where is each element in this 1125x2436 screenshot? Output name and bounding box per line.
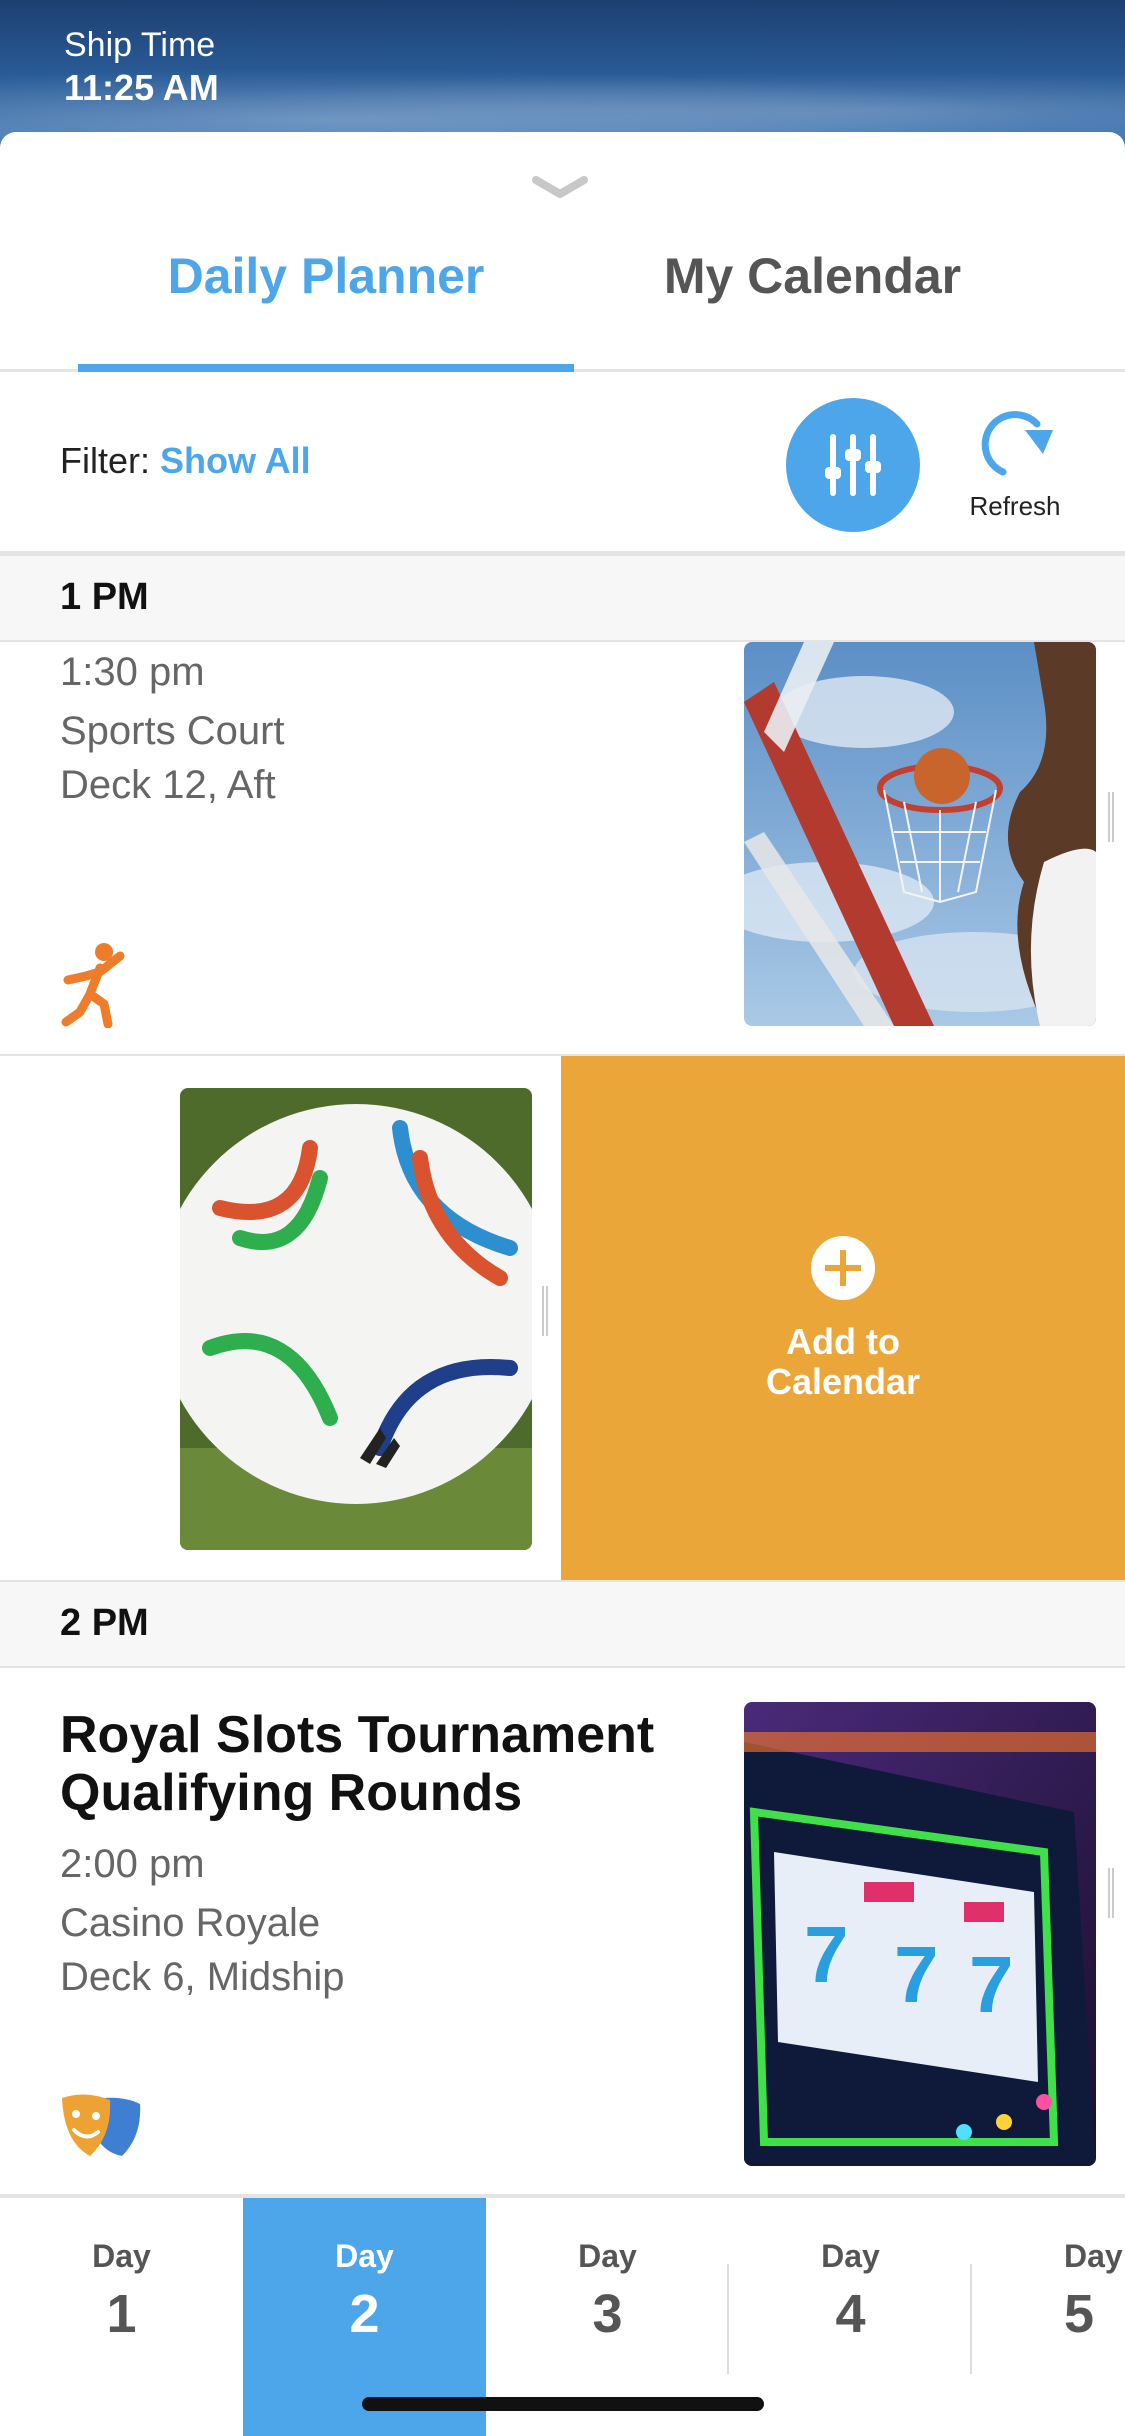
section-header-2pm: 2 PM bbox=[0, 1580, 1125, 1668]
event-image-slot-machine: 777 bbox=[744, 1702, 1096, 2166]
filter-label: Filter: Show All bbox=[60, 440, 311, 482]
day-number: 1 bbox=[106, 2284, 137, 2344]
day-tab-5[interactable]: Day 5 bbox=[972, 2198, 1125, 2436]
day-label: Day bbox=[821, 2238, 880, 2274]
filter-value-link[interactable]: Show All bbox=[160, 440, 311, 481]
day-number: 4 bbox=[835, 2284, 866, 2344]
section-header-label: 1 PM bbox=[60, 576, 149, 618]
day-label: Day bbox=[1064, 2238, 1123, 2274]
section-header-label: 2 PM bbox=[60, 1602, 149, 1644]
ship-time: Ship Time 11:25 AM bbox=[64, 26, 219, 109]
day-label: Day bbox=[92, 2238, 151, 2274]
day-label: Day bbox=[335, 2238, 394, 2274]
svg-text:7: 7 bbox=[804, 1910, 849, 1999]
ship-time-value: 11:25 AM bbox=[64, 67, 219, 108]
drag-handle[interactable] bbox=[1108, 792, 1114, 842]
refresh-icon bbox=[981, 411, 1053, 476]
day-label: Day bbox=[578, 2238, 637, 2274]
ship-time-label: Ship Time bbox=[64, 26, 216, 64]
drag-handle[interactable] bbox=[542, 1286, 548, 1336]
event-venue: Casino Royale bbox=[60, 1901, 321, 1945]
sliders-icon bbox=[825, 434, 881, 496]
theater-masks-icon bbox=[62, 2094, 141, 2156]
add-to-calendar-line2: Calendar bbox=[765, 1361, 921, 1402]
activity-icon bbox=[61, 943, 125, 1028]
event-row[interactable]: Royal Slots Tournament Qualifying Rounds… bbox=[0, 1668, 1125, 2196]
tab-bar: Daily Planner My Calendar bbox=[0, 232, 1125, 372]
refresh-label: Refresh bbox=[969, 491, 1061, 521]
home-indicator[interactable] bbox=[362, 2397, 764, 2411]
section-header-1pm: 1 PM bbox=[0, 554, 1125, 642]
plus-circle-icon bbox=[811, 1236, 875, 1300]
event-row-swiped[interactable]: Add to Calendar bbox=[0, 1056, 1125, 1580]
event-deck: Deck 6, Midship bbox=[60, 1955, 345, 1999]
event-deck: Deck 12, Aft bbox=[60, 763, 276, 807]
event-time: 2:00 pm bbox=[60, 1842, 205, 1886]
event-row[interactable]: 1:30 pm Sports Court Deck 12, Aft bbox=[0, 642, 1125, 1056]
event-image-soccer-ball bbox=[180, 1088, 532, 1550]
event-title: Royal Slots Tournament Qualifying Rounds bbox=[60, 1706, 655, 1822]
event-time: 1:30 pm bbox=[60, 650, 205, 694]
refresh-button[interactable]: Refresh bbox=[960, 402, 1070, 532]
filter-button[interactable] bbox=[786, 398, 920, 532]
day-number: 5 bbox=[1064, 2284, 1095, 2344]
filter-row: Filter: Show All Refresh bbox=[0, 372, 1125, 554]
tab-daily-planner[interactable]: Daily Planner bbox=[78, 232, 574, 372]
add-to-calendar-line1: Add to bbox=[786, 1321, 900, 1362]
drag-handle[interactable] bbox=[1108, 1868, 1114, 1918]
tab-my-calendar[interactable]: My Calendar bbox=[600, 232, 1025, 372]
svg-text:7: 7 bbox=[894, 1930, 939, 2019]
svg-text:7: 7 bbox=[969, 1940, 1014, 2029]
day-tab-4[interactable]: Day 4 bbox=[729, 2198, 972, 2436]
add-to-calendar-button[interactable]: Add to Calendar bbox=[561, 1056, 1125, 1580]
chevron-down-icon[interactable] bbox=[530, 172, 590, 202]
event-image-basketball bbox=[744, 642, 1096, 1026]
filter-label-text: Filter: bbox=[60, 440, 150, 481]
day-number: 3 bbox=[592, 2284, 623, 2344]
add-to-calendar-label: Add to Calendar bbox=[561, 1322, 1125, 1402]
day-number: 2 bbox=[349, 2284, 380, 2344]
day-tab-1[interactable]: Day 1 bbox=[0, 2198, 243, 2436]
event-venue: Sports Court bbox=[60, 709, 285, 753]
